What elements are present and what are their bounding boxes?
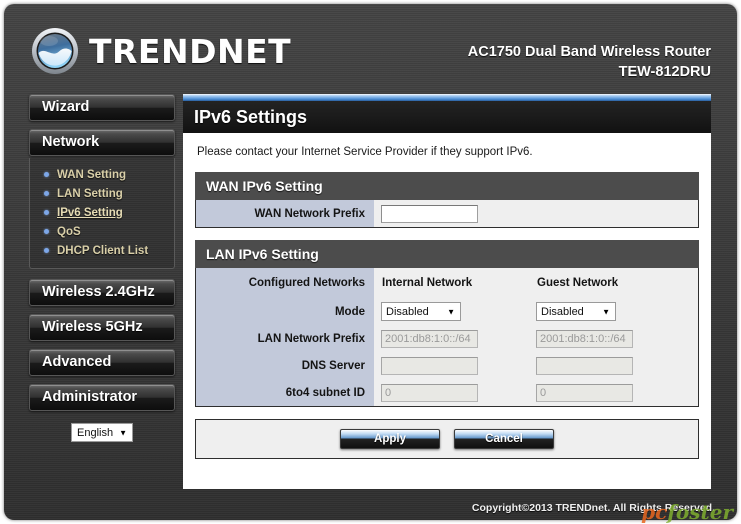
- main-content-panel: IPv6 Settings Please contact your Intern…: [183, 94, 711, 489]
- sidebar-item-label: WAN Setting: [57, 168, 126, 181]
- page-footer: Copyright©2013 TRENDnet. All Rights Rese…: [4, 496, 737, 520]
- table-row: Configured Networks Internal Network Gue…: [196, 268, 698, 298]
- 6to4-subnet-id-input-internal[interactable]: [381, 384, 478, 402]
- wan-network-prefix-cell: [374, 200, 698, 227]
- 6to4-subnet-id-label: 6to4 subnet ID: [196, 379, 374, 406]
- language-select[interactable]: English ▼: [71, 423, 133, 442]
- bullet-icon: [44, 229, 49, 234]
- bullet-icon: [44, 248, 49, 253]
- bullet-icon: [44, 210, 49, 215]
- table-row: Mode Disabled ▼ Disabled ▼: [196, 298, 698, 325]
- table-row: WAN Network Prefix: [196, 200, 698, 227]
- lan-ipv6-panel-heading: LAN IPv6 Setting: [195, 240, 699, 268]
- sidebar-item-wizard[interactable]: Wizard: [29, 94, 175, 121]
- page-header: TRENDNET AC1750 Dual Band Wireless Route…: [4, 4, 737, 90]
- apply-button[interactable]: Apply: [340, 429, 440, 449]
- lan-network-prefix-label: LAN Network Prefix: [196, 325, 374, 352]
- router-admin-page: TRENDNET AC1750 Dual Band Wireless Route…: [0, 0, 741, 524]
- sidebar-item-label: QoS: [57, 225, 81, 238]
- table-row: DNS Server: [196, 352, 698, 379]
- mode-select-internal-value: Disabled: [386, 305, 429, 318]
- lan-ipv6-panel-body: Configured Networks Internal Network Gue…: [195, 268, 699, 407]
- chevron-down-icon: ▼: [602, 307, 610, 316]
- sidebar-item-label: DHCP Client List: [57, 244, 149, 257]
- accent-strip: [183, 94, 711, 101]
- sidebar-item-label: LAN Setting: [57, 187, 123, 200]
- sidebar-item-wireless-24ghz[interactable]: Wireless 2.4GHz: [29, 279, 175, 306]
- column-header-guest-network: Guest Network: [537, 277, 619, 289]
- dns-server-label: DNS Server: [196, 352, 374, 379]
- sidebar-item-network[interactable]: Network: [29, 129, 175, 156]
- wan-network-prefix-input[interactable]: [381, 205, 478, 223]
- mode-select-guest[interactable]: Disabled ▼: [536, 302, 616, 321]
- 6to4-subnet-id-input-guest[interactable]: [536, 384, 633, 402]
- lan-network-prefix-input-internal[interactable]: [381, 330, 478, 348]
- form-actions: Apply Cancel: [195, 419, 699, 459]
- trendnet-globe-icon: [32, 28, 78, 74]
- column-header-internal-network: Internal Network: [382, 277, 473, 289]
- network-submenu: WAN Setting LAN Setting IPv6 Setting QoS…: [29, 158, 175, 269]
- wan-ipv6-panel-body: WAN Network Prefix: [195, 200, 699, 228]
- page-title: IPv6 Settings: [194, 106, 308, 127]
- lan-network-prefix-input-guest[interactable]: [536, 330, 633, 348]
- brand-logo[interactable]: TRENDNET: [30, 26, 291, 76]
- bullet-icon: [44, 172, 49, 177]
- chevron-down-icon: ▼: [447, 307, 455, 316]
- mode-cells: Disabled ▼ Disabled ▼: [374, 298, 698, 325]
- language-selector-wrap: English ▼: [29, 423, 175, 442]
- sidebar-item-lan-setting[interactable]: LAN Setting: [30, 184, 174, 203]
- product-model-block: AC1750 Dual Band Wireless Router TEW-812…: [468, 42, 711, 82]
- sidebar-item-label: IPv6 Setting: [57, 206, 123, 219]
- configured-networks-label: Configured Networks: [196, 268, 374, 298]
- sidebar-item-dhcp-client-list[interactable]: DHCP Client List: [30, 241, 174, 260]
- sidebar-item-administrator[interactable]: Administrator: [29, 384, 175, 411]
- lan-ipv6-form: Configured Networks Internal Network Gue…: [196, 268, 698, 406]
- model-number-label: TEW-812DRU: [618, 64, 711, 80]
- dns-server-input-internal[interactable]: [381, 357, 478, 375]
- mode-label: Mode: [196, 298, 374, 325]
- 6to4-subnet-id-cells: [374, 379, 698, 406]
- copyright-text: Copyright©2013 TRENDnet. All Rights Rese…: [471, 502, 715, 514]
- product-line-label: AC1750 Dual Band Wireless Router: [467, 44, 711, 60]
- lan-ipv6-panel: LAN IPv6 Setting Configured Networks Int…: [195, 240, 699, 407]
- dns-server-cells: [374, 352, 698, 379]
- device-ui-frame: TRENDNET AC1750 Dual Band Wireless Route…: [4, 4, 737, 520]
- sidebar-item-qos[interactable]: QoS: [30, 222, 174, 241]
- wan-network-prefix-label: WAN Network Prefix: [196, 200, 374, 227]
- sidebar-item-wireless-5ghz[interactable]: Wireless 5GHz: [29, 314, 175, 341]
- lan-network-prefix-cells: [374, 325, 698, 352]
- mode-select-guest-value: Disabled: [541, 305, 584, 318]
- sidebar-item-advanced[interactable]: Advanced: [29, 349, 175, 376]
- language-select-value: English: [77, 426, 114, 439]
- sidebar-nav: Wizard Network WAN Setting LAN Setting I…: [29, 94, 177, 442]
- table-row: 6to4 subnet ID: [196, 379, 698, 406]
- sidebar-item-ipv6-setting[interactable]: IPv6 Setting: [30, 203, 174, 222]
- configured-networks-columns: Internal Network Guest Network: [374, 268, 698, 298]
- chevron-down-icon: ▼: [119, 428, 127, 437]
- brand-name: TRENDNET: [89, 31, 292, 71]
- dns-server-input-guest[interactable]: [536, 357, 633, 375]
- sidebar-item-wan-setting[interactable]: WAN Setting: [30, 165, 174, 184]
- cancel-button[interactable]: Cancel: [454, 429, 554, 449]
- bullet-icon: [44, 191, 49, 196]
- wan-ipv6-panel-heading: WAN IPv6 Setting: [195, 172, 699, 200]
- content-area: Please contact your Internet Service Pro…: [183, 133, 711, 489]
- wan-ipv6-form: WAN Network Prefix: [196, 200, 698, 227]
- table-row: LAN Network Prefix: [196, 325, 698, 352]
- page-title-bar: IPv6 Settings: [183, 101, 711, 133]
- wan-ipv6-panel: WAN IPv6 Setting WAN Network Prefix: [195, 172, 699, 228]
- mode-select-internal[interactable]: Disabled ▼: [381, 302, 461, 321]
- intro-text: Please contact your Internet Service Pro…: [197, 146, 533, 158]
